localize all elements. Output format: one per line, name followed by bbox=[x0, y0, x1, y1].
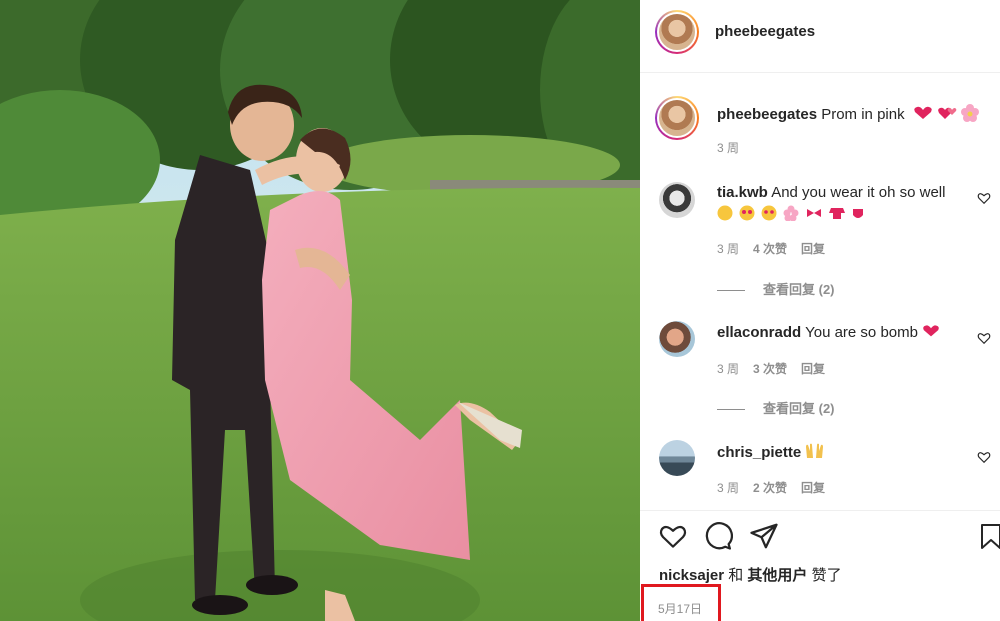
comment-likes[interactable]: 2 次赞 bbox=[753, 481, 787, 495]
caption-username[interactable]: pheebeegates bbox=[717, 106, 817, 123]
comment-text: tia.kwb And you wear it oh so well bbox=[717, 182, 967, 224]
like-comment-icon[interactable] bbox=[977, 450, 991, 464]
commenter-avatar[interactable] bbox=[659, 182, 695, 218]
author-username[interactable]: pheebeegates bbox=[715, 23, 815, 40]
comment-time[interactable]: 3 周 bbox=[717, 242, 739, 256]
like-heart-icon[interactable] bbox=[658, 521, 688, 551]
emoji-row-icon bbox=[717, 205, 867, 222]
view-replies-button[interactable]: 查看回复 (2) bbox=[717, 398, 835, 417]
caption-text: pheebeegates Prom in pink bbox=[717, 104, 980, 123]
likes-suffix: 赞了 bbox=[811, 567, 842, 584]
heart-emoji-icon bbox=[909, 106, 937, 123]
comment-likes[interactable]: 3 次赞 bbox=[753, 362, 787, 376]
heart-emoji-icon bbox=[918, 324, 940, 341]
replies-divider bbox=[717, 409, 745, 411]
caption-message: Prom in pink bbox=[821, 106, 905, 123]
caption-avatar[interactable] bbox=[655, 96, 699, 140]
view-replies-label: 查看回复 (2) bbox=[763, 401, 835, 416]
flower-emoji-icon bbox=[961, 104, 980, 123]
two-hearts-emoji-icon bbox=[937, 106, 961, 123]
author-avatar[interactable] bbox=[655, 10, 699, 54]
reply-button[interactable]: 回复 bbox=[801, 242, 825, 256]
like-comment-icon[interactable] bbox=[977, 191, 991, 205]
comment-time[interactable]: 3 周 bbox=[717, 481, 739, 495]
reply-button[interactable]: 回复 bbox=[801, 362, 825, 376]
like-comment-icon[interactable] bbox=[977, 331, 991, 345]
likes-and: 和 bbox=[728, 567, 744, 584]
bookmark-icon[interactable] bbox=[978, 521, 1000, 551]
comment-username[interactable]: ellaconradd bbox=[717, 324, 801, 341]
post-actions: nicksajer 和 其他用户 赞了 5月17日 bbox=[640, 510, 1000, 621]
commenter-avatar[interactable] bbox=[659, 321, 695, 357]
other-likers-link[interactable]: 其他用户 bbox=[747, 567, 807, 584]
post-date[interactable]: 5月17日 bbox=[658, 600, 702, 617]
comment-text: ellaconradd You are so bomb bbox=[717, 322, 967, 343]
caption-time[interactable]: 3 周 bbox=[717, 139, 739, 156]
comment-meta: 3 周 4 次赞 回复 bbox=[717, 240, 825, 257]
comment-message: You are so bomb bbox=[805, 324, 918, 341]
view-replies-button[interactable]: 查看回复 (2) bbox=[717, 279, 835, 298]
share-paper-plane-icon[interactable] bbox=[749, 521, 779, 551]
post-header: pheebeegates bbox=[640, 0, 1000, 73]
replies-divider bbox=[717, 290, 745, 292]
post-sidebar: pheebeegates pheebeegates Prom in pink 3… bbox=[640, 0, 1000, 621]
reply-button[interactable]: 回复 bbox=[801, 481, 825, 495]
post-photo bbox=[0, 0, 640, 621]
comment-message: And you wear it oh so well bbox=[771, 184, 946, 201]
liker-username[interactable]: nicksajer bbox=[659, 567, 724, 584]
comment-username[interactable]: tia.kwb bbox=[717, 184, 768, 201]
raised-hands-emoji-icon bbox=[805, 443, 825, 461]
comment-likes[interactable]: 4 次赞 bbox=[753, 242, 787, 256]
commenter-avatar[interactable] bbox=[659, 440, 695, 476]
likes-summary: nicksajer 和 其他用户 赞了 bbox=[659, 564, 842, 585]
view-replies-label: 查看回复 (2) bbox=[763, 282, 835, 297]
comment-username[interactable]: chris_piette bbox=[717, 444, 801, 461]
comment-time[interactable]: 3 周 bbox=[717, 362, 739, 376]
comment-bubble-icon[interactable] bbox=[703, 521, 733, 551]
comment-text: chris_piette bbox=[717, 442, 967, 463]
comment-meta: 3 周 3 次赞 回复 bbox=[717, 360, 825, 377]
comment-meta: 3 周 2 次赞 回复 bbox=[717, 479, 825, 496]
